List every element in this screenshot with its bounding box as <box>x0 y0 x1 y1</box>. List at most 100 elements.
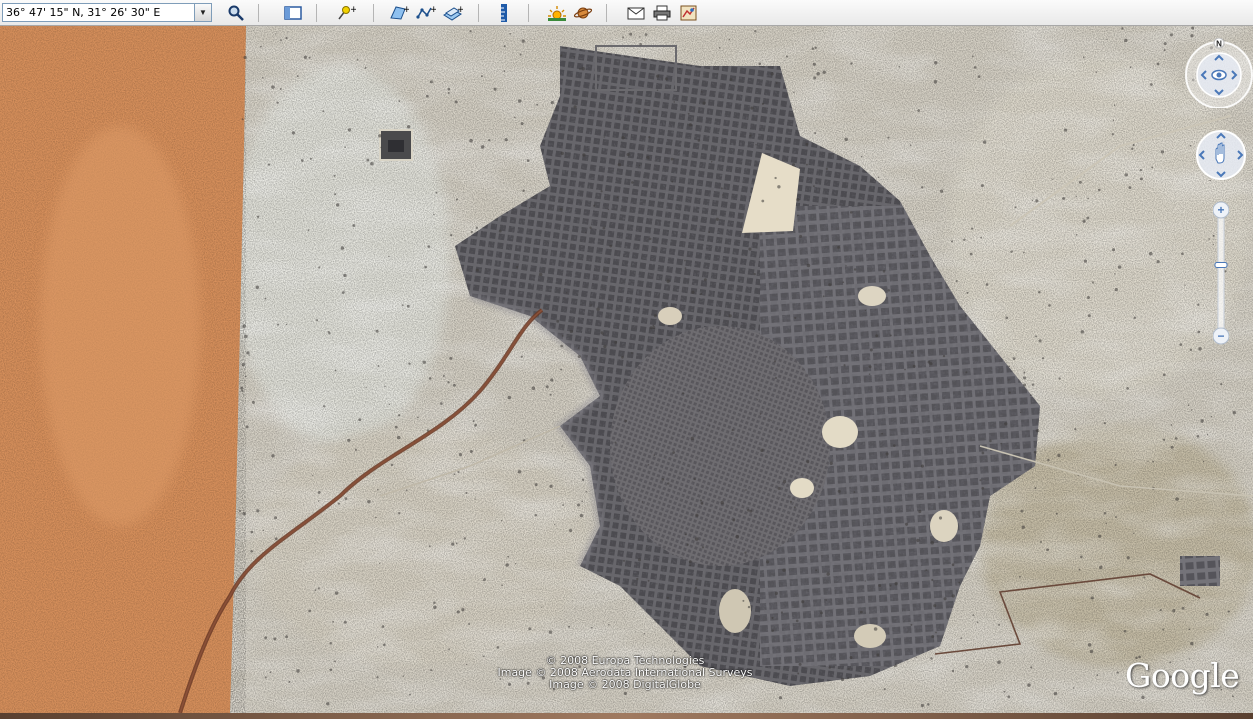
image-overlay-button[interactable]: + <box>443 3 463 23</box>
vegetation-speck <box>288 680 291 683</box>
vegetation-speck <box>463 537 467 540</box>
vegetation-speck <box>394 425 398 429</box>
vegetation-speck <box>667 482 670 485</box>
vegetation-speck <box>710 161 713 163</box>
vegetation-speck <box>428 545 431 548</box>
vegetation-speck <box>684 267 687 269</box>
zoom-slider-thumb[interactable] <box>1214 262 1228 268</box>
vegetation-speck <box>627 385 630 388</box>
dropdown-arrow-icon[interactable]: ▼ <box>194 4 211 21</box>
vegetation-speck <box>915 656 917 658</box>
vegetation-speck <box>656 89 659 92</box>
vegetation-speck <box>600 190 603 193</box>
attribution-line: Image © 2008 DigitalGlobe <box>549 678 701 691</box>
vegetation-speck <box>761 102 764 105</box>
vegetation-speck <box>1023 376 1027 380</box>
print-button[interactable] <box>652 3 672 23</box>
vegetation-speck <box>500 520 503 522</box>
vegetation-speck <box>700 91 703 93</box>
vegetation-speck <box>1114 273 1116 275</box>
vegetation-speck <box>667 305 669 307</box>
vegetation-speck <box>308 609 312 613</box>
vegetation-speck <box>747 508 750 512</box>
add-polygon-button[interactable]: + <box>389 3 409 23</box>
vegetation-speck <box>770 72 774 76</box>
vegetation-speck <box>816 71 820 76</box>
search-button[interactable] <box>226 3 246 23</box>
vegetation-speck <box>334 660 336 663</box>
vegetation-speck <box>406 304 410 308</box>
vegetation-speck <box>693 477 696 481</box>
imagery-attribution: © 2008 Europa Technologies Image © 2008 … <box>470 655 780 691</box>
vegetation-speck <box>670 157 674 161</box>
email-button[interactable] <box>626 3 646 23</box>
vegetation-speck <box>447 92 450 94</box>
vegetation-speck <box>929 362 933 366</box>
vegetation-speck <box>979 515 981 517</box>
vegetation-speck <box>591 626 593 629</box>
vegetation-speck <box>402 675 405 677</box>
zoom-slider[interactable]: + − <box>1213 200 1229 346</box>
zoom-in-button[interactable]: + <box>1217 203 1224 217</box>
vegetation-speck <box>528 627 532 631</box>
vegetation-speck <box>1010 250 1013 253</box>
vegetation-speck <box>982 140 987 144</box>
vegetation-speck <box>573 56 576 58</box>
vegetation-speck <box>639 164 641 167</box>
vegetation-speck <box>750 106 754 110</box>
vegetation-speck <box>688 560 692 564</box>
vegetation-speck <box>885 452 889 456</box>
vegetation-speck <box>799 234 803 238</box>
vegetation-speck <box>729 78 733 81</box>
vegetation-speck <box>519 53 522 56</box>
vegetation-speck <box>1133 316 1137 319</box>
vegetation-speck <box>931 578 934 582</box>
vegetation-speck <box>1117 265 1122 269</box>
vegetation-speck <box>849 211 853 214</box>
vegetation-speck <box>1131 147 1134 150</box>
view-in-maps-button[interactable] <box>679 3 699 23</box>
vegetation-speck <box>652 324 655 327</box>
vegetation-speck <box>930 657 933 660</box>
move-control[interactable] <box>1195 129 1247 181</box>
zoom-out-button[interactable]: − <box>1217 329 1224 343</box>
vegetation-speck <box>561 445 563 447</box>
add-placemark-button[interactable]: + <box>336 3 356 23</box>
vegetation-speck <box>347 438 351 443</box>
vegetation-speck <box>276 101 279 104</box>
look-around-control[interactable]: N <box>1184 38 1253 108</box>
add-path-button[interactable]: + <box>416 3 436 23</box>
vegetation-speck <box>700 293 703 295</box>
vegetation-speck <box>1181 252 1184 256</box>
vegetation-speck <box>844 137 848 142</box>
vegetation-speck <box>1098 188 1101 192</box>
vegetation-speck <box>548 630 553 634</box>
vegetation-speck <box>1027 683 1031 687</box>
vegetation-speck <box>382 643 386 647</box>
vegetation-speck <box>774 176 777 180</box>
vegetation-speck <box>864 309 867 312</box>
vegetation-speck <box>607 208 610 211</box>
vegetation-speck <box>505 563 509 567</box>
sidebar-toggle-button[interactable] <box>283 3 303 23</box>
sunlight-button[interactable] <box>547 3 567 23</box>
vegetation-speck <box>682 392 685 395</box>
vegetation-speck <box>380 146 382 149</box>
vegetation-speck <box>1063 128 1068 132</box>
compass-north-label: N <box>1216 40 1222 49</box>
vegetation-speck <box>622 36 625 39</box>
vegetation-speck <box>1132 144 1135 147</box>
vegetation-speck <box>1036 429 1040 433</box>
ruler-button[interactable] <box>494 3 514 23</box>
vegetation-speck <box>285 635 289 639</box>
switch-to-sky-button[interactable] <box>573 3 593 23</box>
satellite-map-view[interactable]: © 2008 Europa Technologies Image © 2008 … <box>0 26 1253 713</box>
coordinates-field[interactable]: 36° 47' 15" N, 31° 26' 30" E ▼ <box>2 3 212 22</box>
vegetation-speck <box>761 199 765 203</box>
vegetation-speck <box>966 291 969 294</box>
vegetation-speck <box>656 74 660 78</box>
vegetation-speck <box>1197 330 1201 334</box>
vegetation-speck <box>960 637 963 639</box>
vegetation-speck <box>1220 383 1223 386</box>
vegetation-speck <box>581 500 583 502</box>
